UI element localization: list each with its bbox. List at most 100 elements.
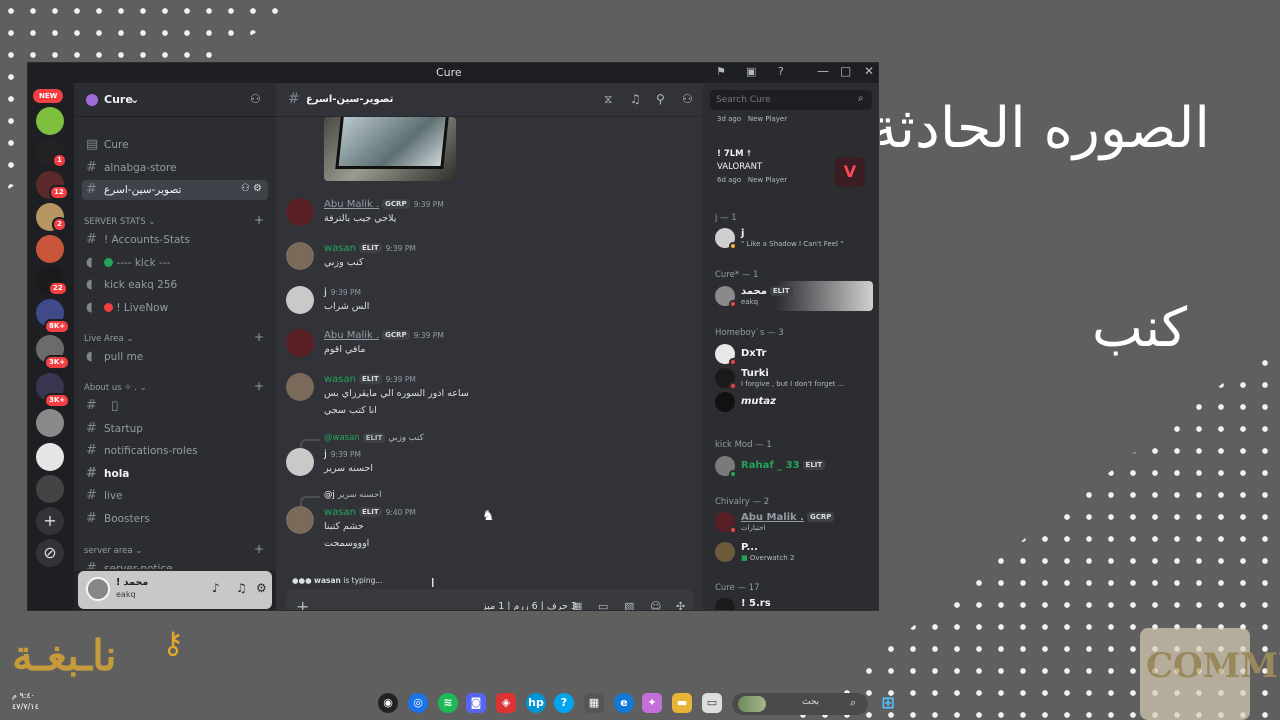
member-item[interactable]: j " Like a Shadow I Can't Feel "	[711, 223, 873, 253]
member-item[interactable]: P... ■ Overwatch 2	[711, 537, 873, 567]
category-server-stats[interactable]: SERVER STATS ⌄	[84, 217, 156, 227]
avatar[interactable]	[286, 329, 314, 357]
message-composer[interactable]: + 3 حرف | 6 زرم | 1 ميز ▦ ▭ ▧ ☺ ✣	[286, 589, 693, 610]
server-icon[interactable]	[36, 409, 64, 437]
notification-bell-icon[interactable]: ♫	[630, 92, 641, 106]
message-author[interactable]: j	[324, 449, 327, 460]
add-channel-icon[interactable]: +	[254, 379, 264, 393]
category-about-us[interactable]: About us ✧ . ⌄	[84, 383, 147, 393]
composer-input[interactable]: 3 حرف | 6 زرم | 1 ميز	[482, 601, 577, 610]
sticker-icon[interactable]: ▧	[624, 600, 634, 610]
channel-item[interactable]: #! Accounts-Stats	[82, 230, 268, 250]
member-activity[interactable]: 3d ago New Player	[711, 113, 873, 127]
hash-icon: #	[86, 561, 97, 569]
close-button[interactable]: ✕	[864, 64, 874, 78]
channel-item[interactable]: ▤ Cure	[82, 135, 268, 155]
avatar[interactable]	[86, 577, 110, 601]
member-item[interactable]: Rahaf _ 33 ELIT	[711, 451, 873, 481]
chrome-icon[interactable]: ◎	[408, 693, 428, 713]
minimize-button[interactable]: —	[817, 64, 829, 78]
server-icon[interactable]	[36, 235, 64, 263]
add-channel-icon[interactable]: +	[254, 213, 264, 227]
server-icon[interactable]	[36, 107, 64, 135]
channel-item[interactable]: # ⠀⃟	[82, 396, 268, 416]
reply-preview[interactable]: @wasan ELIT كنب وزبي	[300, 433, 424, 449]
help-icon[interactable]: ?	[778, 65, 784, 78]
message-author[interactable]: j	[324, 287, 327, 298]
pin-icon[interactable]: ⚲	[656, 92, 665, 106]
maximize-button[interactable]: □	[840, 64, 851, 78]
avatar[interactable]	[286, 448, 314, 476]
windows-start-icon[interactable]: ⊞	[878, 693, 898, 713]
screen-share-icon[interactable]: ▣	[746, 65, 756, 78]
gif-icon[interactable]: ▭	[598, 600, 608, 610]
channel-item-active[interactable]: # تصوير-سين-اسرع ⚇ ⚙	[82, 180, 268, 200]
message-author[interactable]: wasan	[324, 507, 356, 518]
message-author[interactable]: wasan	[324, 243, 356, 254]
settings-gear-icon[interactable]: ⚙	[256, 581, 267, 595]
hp-icon[interactable]: hp	[526, 693, 546, 713]
avatar	[715, 392, 735, 412]
search-input[interactable]	[710, 90, 855, 110]
category-live-area[interactable]: Live Area ⌄	[84, 334, 133, 344]
member-item[interactable]: محمد ELIT eakq	[711, 281, 873, 311]
voice-channel-item[interactable]: ◖ pull me	[82, 347, 268, 367]
message-author[interactable]: Abu Malik .	[324, 199, 379, 210]
channel-item[interactable]: # Startup	[82, 419, 268, 439]
avatar[interactable]	[286, 286, 314, 314]
search-bar[interactable]: ⌕	[710, 90, 872, 110]
server-icon[interactable]	[36, 443, 64, 471]
message-image-attachment[interactable]	[324, 117, 456, 181]
taskbar-search[interactable]: بحث ⌕	[732, 693, 868, 715]
threads-icon[interactable]: ⧖	[604, 92, 612, 107]
discover-icon[interactable]: ⊘	[36, 539, 64, 567]
avatar[interactable]	[286, 242, 314, 270]
upload-plus-icon[interactable]: +	[296, 597, 309, 610]
voice-channel-item[interactable]: ◖ ! LiveNow	[82, 298, 268, 318]
channel-item[interactable]: # Boosters	[82, 509, 268, 529]
channel-item[interactable]: # alnabga-store	[82, 158, 268, 178]
member-item[interactable]: ! 5.rs	[711, 593, 873, 610]
message-text: كنب وزبي	[324, 257, 364, 268]
flag-icon[interactable]: ⚑	[716, 65, 726, 78]
channel-item[interactable]: # live	[82, 486, 268, 506]
store-icon[interactable]: ▦	[584, 693, 604, 713]
server-header[interactable]: Cure ⌄ ⚇	[74, 83, 276, 117]
message-author[interactable]: wasan	[324, 374, 356, 385]
member-item[interactable]: mutaz	[711, 387, 873, 417]
add-channel-icon[interactable]: +	[254, 330, 264, 344]
avatar[interactable]	[286, 506, 314, 534]
reply-preview[interactable]: @j احسنه سرير	[300, 490, 381, 506]
headphones-icon[interactable]: ♫	[236, 581, 247, 595]
gift-icon[interactable]: ▦	[572, 600, 582, 610]
obs-icon[interactable]: ◉	[378, 693, 398, 713]
spotify-icon[interactable]: ≋	[438, 693, 458, 713]
add-channel-icon[interactable]: +	[254, 542, 264, 556]
avatar[interactable]	[286, 373, 314, 401]
apps-icon[interactable]: ✣	[676, 600, 685, 610]
member-item[interactable]: Abu Malik . GCRP اختبارات	[711, 507, 873, 537]
discord-icon[interactable]: ◙	[466, 693, 486, 713]
category-server-area[interactable]: server area ⌄	[84, 546, 142, 556]
window-icon[interactable]: ▭	[702, 693, 722, 713]
voice-channel-item[interactable]: ◖ ---- kick ---	[82, 253, 268, 273]
copilot-icon[interactable]: ✦	[642, 693, 662, 713]
member-activity-card[interactable]: ! 7LM ☨ VALORANT 6d ago New Player V	[711, 145, 873, 199]
emoji-icon[interactable]: ☺	[650, 600, 661, 610]
invite-people-icon[interactable]: ⚇	[250, 92, 261, 106]
edge-icon[interactable]: e	[614, 693, 634, 713]
help-app-icon[interactable]: ?	[554, 693, 574, 713]
member-list-icon[interactable]: ⚇	[682, 92, 693, 106]
app-icon[interactable]: ◈	[496, 693, 516, 713]
add-server-button[interactable]: +	[36, 507, 64, 535]
avatar[interactable]	[286, 198, 314, 226]
file-explorer-icon[interactable]: ▬	[672, 693, 692, 713]
channel-item-unread[interactable]: # hola	[82, 464, 268, 484]
channel-item[interactable]: # server-notice	[82, 559, 268, 569]
server-icon[interactable]	[36, 475, 64, 503]
channel-item[interactable]: # notifications-roles	[82, 441, 268, 461]
microphone-icon[interactable]: ♪	[212, 581, 220, 595]
channel-settings-icon[interactable]: ⚇ ⚙	[241, 183, 262, 194]
voice-channel-item[interactable]: ◖ kick eakq 256	[82, 275, 268, 295]
message-author[interactable]: Abu Malik .	[324, 330, 379, 341]
